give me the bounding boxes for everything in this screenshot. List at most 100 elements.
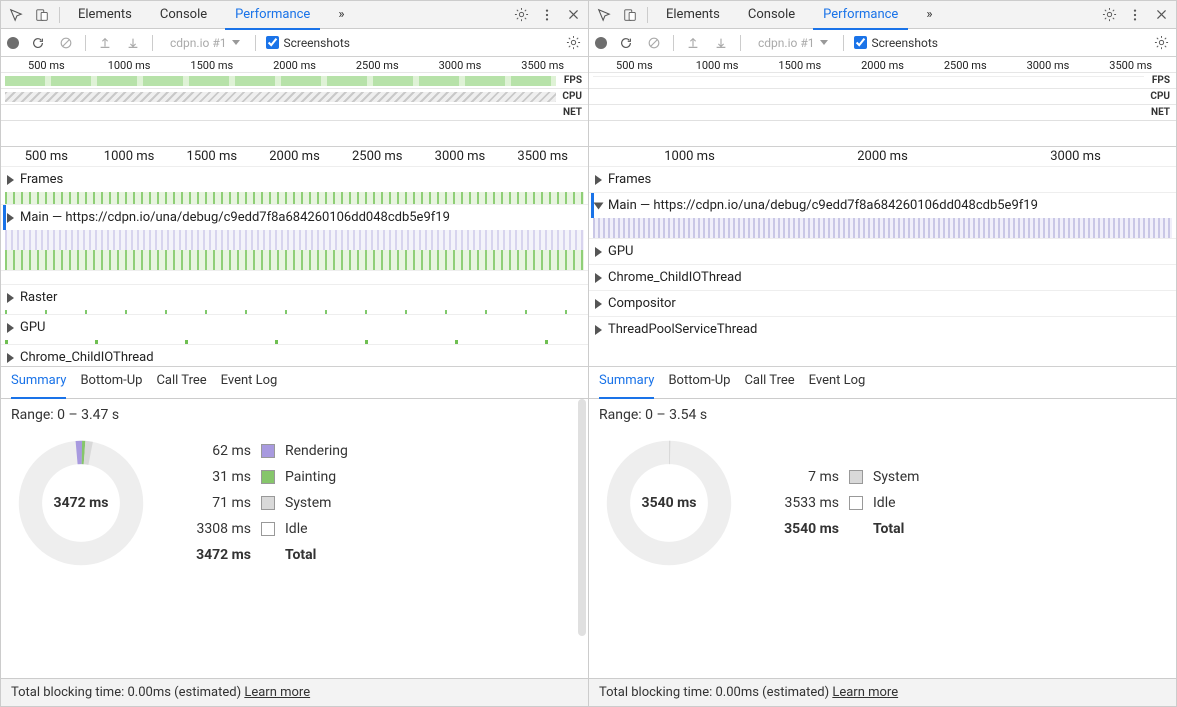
track-raster[interactable]: Raster	[1, 284, 588, 310]
reload-icon[interactable]	[29, 34, 47, 52]
screenshots-label: Screenshots	[283, 36, 349, 50]
download-icon[interactable]	[712, 34, 730, 52]
main-data-row	[593, 218, 1172, 238]
devtools-panel-left: Elements Console Performance » cdpn.io #…	[0, 0, 588, 707]
legend-row-total: 3540 msTotal	[769, 521, 919, 537]
track-threadpool[interactable]: ThreadPoolServiceThread	[589, 316, 1176, 342]
screenshots-checkbox[interactable]: Screenshots	[266, 36, 349, 50]
donut-center-value: 3540 ms	[642, 495, 697, 511]
tab-overflow[interactable]: »	[916, 1, 942, 28]
clear-icon[interactable]	[645, 34, 663, 52]
summary-tab-bar: Summary Bottom-Up Call Tree Event Log	[589, 367, 1176, 399]
screenshots-checkbox[interactable]: Screenshots	[854, 36, 937, 50]
top-tab-bar: Elements Console Performance »	[589, 1, 1176, 29]
capture-settings-gear-icon[interactable]	[1152, 34, 1170, 52]
track-child-io[interactable]: Chrome_ChildIOThread	[1, 344, 588, 367]
tab-elements[interactable]: Elements	[68, 1, 142, 28]
tab-overflow[interactable]: »	[328, 1, 354, 28]
kebab-icon[interactable]	[538, 6, 556, 24]
tab-summary[interactable]: Summary	[11, 373, 66, 399]
vertical-separator	[59, 7, 60, 23]
fps-lane: FPS	[589, 72, 1176, 88]
flame-ruler: 500 ms1000 ms1500 ms2000 ms2500 ms3000 m…	[1, 147, 588, 166]
legend-row-total: 3472 msTotal	[181, 547, 348, 563]
overview-ruler: 500 ms1000 ms1500 ms2000 ms2500 ms3000 m…	[589, 57, 1176, 72]
summary-legend: 62 msRendering 31 msPainting 71 msSystem…	[181, 443, 348, 563]
record-button[interactable]	[7, 37, 19, 49]
legend-row: 31 msPainting	[181, 469, 348, 485]
tab-performance[interactable]: Performance	[813, 1, 908, 30]
track-frames[interactable]: Frames	[589, 166, 1176, 192]
vertical-separator	[152, 35, 153, 51]
track-child-io[interactable]: Chrome_ChildIOThread	[589, 264, 1176, 290]
overview-timeline[interactable]: 500 ms1000 ms1500 ms2000 ms2500 ms3000 m…	[1, 57, 588, 147]
flame-chart[interactable]: 500 ms1000 ms1500 ms2000 ms2500 ms3000 m…	[1, 147, 588, 367]
track-frames[interactable]: Frames	[1, 166, 588, 192]
net-lane: NET	[1, 104, 588, 120]
cpu-lane: CPU	[1, 88, 588, 104]
close-icon[interactable]	[1152, 6, 1170, 24]
summary-donut-chart: 3540 ms	[599, 433, 739, 573]
origin-selector[interactable]: cdpn.io #1	[751, 33, 833, 53]
upload-icon[interactable]	[684, 34, 702, 52]
summary-body: Range: 0 – 3.47 s 3472 ms 62 msRendering…	[1, 399, 588, 678]
record-button[interactable]	[595, 37, 607, 49]
tbt-text: Total blocking time: 0.00ms (estimated)	[599, 685, 829, 700]
origin-selector[interactable]: cdpn.io #1	[163, 33, 245, 53]
device-toggle-icon[interactable]	[33, 6, 51, 24]
screenshots-label: Screenshots	[871, 36, 937, 50]
footer-bar: Total blocking time: 0.00ms (estimated) …	[589, 678, 1176, 706]
tab-bottom-up[interactable]: Bottom-Up	[80, 373, 142, 392]
track-gpu[interactable]: GPU	[1, 314, 588, 340]
tab-console[interactable]: Console	[738, 1, 805, 28]
track-compositor[interactable]: Compositor	[589, 290, 1176, 316]
tab-elements[interactable]: Elements	[656, 1, 730, 28]
kebab-icon[interactable]	[1126, 6, 1144, 24]
download-icon[interactable]	[124, 34, 142, 52]
summary-donut-chart: 3472 ms	[11, 433, 151, 573]
tab-console[interactable]: Console	[150, 1, 217, 28]
clear-icon[interactable]	[57, 34, 75, 52]
summary-legend: 7 msSystem 3533 msIdle 3540 msTotal	[769, 469, 919, 537]
close-icon[interactable]	[564, 6, 582, 24]
track-main[interactable]: Main — https://cdpn.io/una/debug/c9edd7f…	[589, 192, 1176, 218]
flame-chart[interactable]: 1000 ms2000 ms3000 ms Frames Main — http…	[589, 147, 1176, 367]
footer-bar: Total blocking time: 0.00ms (estimated) …	[1, 678, 588, 706]
inspect-icon[interactable]	[595, 6, 613, 24]
main-data-row1	[5, 230, 584, 250]
gear-icon[interactable]	[512, 6, 530, 24]
device-toggle-icon[interactable]	[621, 6, 639, 24]
donut-center-value: 3472 ms	[54, 495, 109, 511]
screenshots-checkbox-input[interactable]	[854, 36, 867, 49]
capture-settings-gear-icon[interactable]	[564, 34, 582, 52]
overview-timeline[interactable]: 500 ms1000 ms1500 ms2000 ms2500 ms3000 m…	[589, 57, 1176, 147]
tbt-text: Total blocking time: 0.00ms (estimated)	[11, 685, 241, 700]
cpu-lane: CPU	[589, 88, 1176, 104]
track-main[interactable]: Main — https://cdpn.io/una/debug/c9edd7f…	[1, 204, 588, 230]
range-label: Range: 0 – 3.47 s	[11, 407, 578, 423]
inspect-icon[interactable]	[7, 6, 25, 24]
legend-row: 71 msSystem	[181, 495, 348, 511]
tab-event-log[interactable]: Event Log	[221, 373, 278, 392]
tab-performance[interactable]: Performance	[225, 1, 320, 30]
tab-summary[interactable]: Summary	[599, 373, 654, 399]
reload-icon[interactable]	[617, 34, 635, 52]
tab-event-log[interactable]: Event Log	[809, 373, 866, 392]
flame-ruler: 1000 ms2000 ms3000 ms	[589, 147, 1176, 166]
fps-lane: FPS	[1, 72, 588, 88]
learn-more-link[interactable]: Learn more	[832, 685, 898, 700]
tab-bottom-up[interactable]: Bottom-Up	[668, 373, 730, 392]
legend-row: 7 msSystem	[769, 469, 919, 485]
gear-icon[interactable]	[1100, 6, 1118, 24]
tab-call-tree[interactable]: Call Tree	[744, 373, 794, 392]
legend-row: 3533 msIdle	[769, 495, 919, 511]
tab-call-tree[interactable]: Call Tree	[156, 373, 206, 392]
scrollbar[interactable]	[578, 399, 586, 636]
upload-icon[interactable]	[96, 34, 114, 52]
learn-more-link[interactable]: Learn more	[244, 685, 310, 700]
summary-body: Range: 0 – 3.54 s 3540 ms 7 msSystem 353…	[589, 399, 1176, 678]
track-gpu[interactable]: GPU	[589, 238, 1176, 264]
top-tab-bar: Elements Console Performance »	[1, 1, 588, 29]
legend-row: 62 msRendering	[181, 443, 348, 459]
screenshots-checkbox-input[interactable]	[266, 36, 279, 49]
